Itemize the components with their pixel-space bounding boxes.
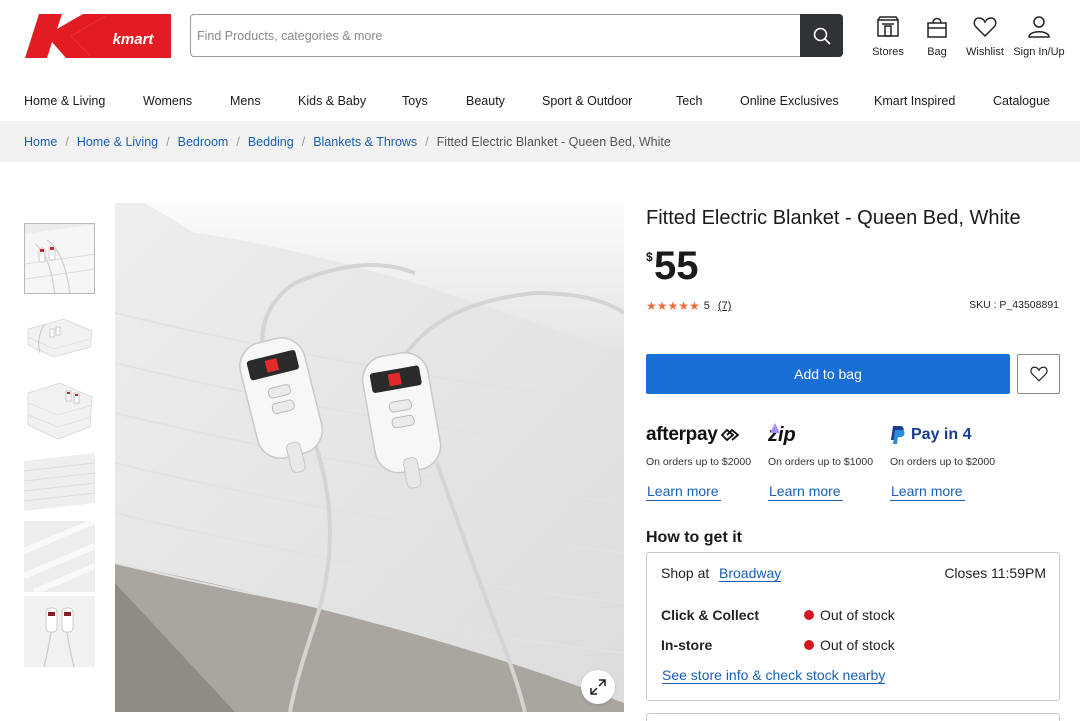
- store-availability-box: Shop at Broadway Closes 11:59PM Click & …: [646, 552, 1060, 701]
- breadcrumb-separator: /: [65, 134, 69, 149]
- click-collect-status-dot: [804, 610, 814, 620]
- store-info-link[interactable]: See store info & check stock nearby: [662, 667, 886, 684]
- zip-accent-icon: [769, 423, 780, 433]
- nav-home-living[interactable]: Home & Living: [24, 94, 105, 108]
- click-collect-status: Out of stock: [820, 607, 895, 623]
- paypal-logo: Pay in 4: [890, 423, 1000, 447]
- product-thumbnail-3[interactable]: [24, 373, 95, 444]
- product-sku: SKU : P_43508891: [969, 299, 1059, 311]
- stores-label: Stores: [872, 46, 904, 58]
- paypal-icon: [891, 426, 905, 444]
- in-store-label: In-store: [661, 637, 713, 653]
- rating-value: 5: [703, 300, 710, 312]
- breadcrumb-separator: /: [301, 134, 306, 149]
- wishlist-icon: [973, 17, 997, 38]
- paypal-option: Pay in 4 On orders up to $2000 Learn mor…: [890, 423, 1000, 501]
- product-thumbnail-2[interactable]: [24, 299, 95, 370]
- store-name-link[interactable]: Broadway: [719, 565, 782, 582]
- nav-mens[interactable]: Mens: [230, 94, 261, 108]
- site-header: kmart Stores Bag Wishlist: [0, 0, 1080, 80]
- breadcrumb-home[interactable]: Home: [24, 135, 57, 149]
- breadcrumb-bedding[interactable]: Bedding: [248, 135, 294, 149]
- product-thumbnail-4[interactable]: [24, 447, 95, 518]
- store-closing-time: Closes 11:59PM: [944, 565, 1046, 581]
- shop-at-label: Shop at: [661, 565, 710, 581]
- how-to-get-it-heading: How to get it: [646, 529, 742, 546]
- kmart-logo[interactable]: kmart: [25, 13, 171, 59]
- product-thumbnail-6[interactable]: [24, 596, 95, 667]
- nav-kmart-inspired[interactable]: Kmart Inspired: [874, 94, 955, 108]
- nav-womens[interactable]: Womens: [143, 94, 192, 108]
- click-collect-label: Click & Collect: [661, 607, 760, 623]
- add-to-wishlist-button[interactable]: [1017, 354, 1060, 394]
- expand-icon: [590, 679, 606, 695]
- afterpay-note: On orders up to $2000: [646, 456, 752, 468]
- afterpay-learn-more-link[interactable]: Learn more: [646, 483, 721, 501]
- search-icon: [813, 27, 831, 45]
- sign-in-button[interactable]: Sign In/Up: [1007, 14, 1071, 58]
- main-nav: Home & Living Womens Mens Kids & Baby To…: [0, 84, 1080, 120]
- afterpay-arrows-icon: [720, 428, 739, 442]
- price-currency: $: [646, 250, 653, 264]
- breadcrumb-current: Fitted Electric Blanket - Queen Bed, Whi…: [436, 134, 671, 149]
- afterpay-brand-text: afterpay: [646, 424, 718, 445]
- search-button[interactable]: [800, 14, 843, 57]
- product-rating: ★★★★★ 5 (7): [646, 299, 731, 313]
- rating-count-link[interactable]: (7): [718, 300, 731, 312]
- nav-catalogue[interactable]: Catalogue: [993, 94, 1050, 108]
- afterpay-option: afterpay On orders up to $2000 Learn mor…: [646, 423, 756, 501]
- stores-icon: [877, 16, 899, 37]
- price-amount: 55: [654, 244, 699, 288]
- breadcrumb-separator: /: [236, 134, 240, 149]
- add-to-bag-button[interactable]: Add to bag: [646, 354, 1010, 394]
- bag-label: Bag: [927, 46, 947, 58]
- zip-note: On orders up to $1000: [768, 456, 874, 468]
- search-bar: [190, 14, 843, 57]
- paypal-note: On orders up to $2000: [890, 456, 996, 468]
- breadcrumb: Home / Home & Living / Bedroom / Bedding…: [0, 121, 1080, 162]
- breadcrumb-home-living[interactable]: Home & Living: [77, 135, 158, 149]
- delivery-options-box: [646, 713, 1060, 721]
- heart-icon: [1029, 366, 1048, 382]
- product-title: Fitted Electric Blanket - Queen Bed, Whi…: [646, 207, 1021, 229]
- nav-beauty[interactable]: Beauty: [466, 94, 505, 108]
- afterpay-logo: afterpay: [646, 423, 756, 447]
- zip-logo: zip: [768, 423, 878, 447]
- in-store-status-dot: [804, 640, 814, 650]
- in-store-status: Out of stock: [820, 637, 895, 653]
- product-main-image[interactable]: [115, 203, 624, 712]
- nav-kids-baby[interactable]: Kids & Baby: [298, 94, 366, 108]
- sign-in-label: Sign In/Up: [1013, 46, 1065, 58]
- nav-online-exclusives[interactable]: Online Exclusives: [740, 94, 839, 108]
- zip-option: zip On orders up to $1000 Learn more: [768, 423, 878, 501]
- paypal-learn-more-link[interactable]: Learn more: [890, 483, 965, 501]
- logo-text: kmart: [113, 31, 155, 48]
- breadcrumb-bedroom[interactable]: Bedroom: [178, 135, 229, 149]
- nav-tech[interactable]: Tech: [676, 94, 702, 108]
- nav-sport-outdoor[interactable]: Sport & Outdoor: [542, 94, 632, 108]
- zip-learn-more-link[interactable]: Learn more: [768, 483, 843, 501]
- wishlist-label: Wishlist: [966, 46, 1004, 58]
- user-icon: [1028, 16, 1050, 38]
- breadcrumb-separator: /: [166, 134, 170, 149]
- search-input[interactable]: [197, 15, 797, 56]
- bag-icon: [927, 17, 947, 38]
- product-thumbnail-5[interactable]: [24, 521, 95, 592]
- breadcrumb-separator: /: [425, 134, 429, 149]
- product-thumbnail-1[interactable]: [24, 223, 95, 294]
- breadcrumb-blankets-throws[interactable]: Blankets & Throws: [313, 135, 417, 149]
- paypal-brand-text: Pay in 4: [911, 426, 972, 443]
- expand-image-button[interactable]: [581, 670, 615, 704]
- rating-stars: ★★★★★: [646, 299, 700, 313]
- nav-toys[interactable]: Toys: [402, 94, 428, 108]
